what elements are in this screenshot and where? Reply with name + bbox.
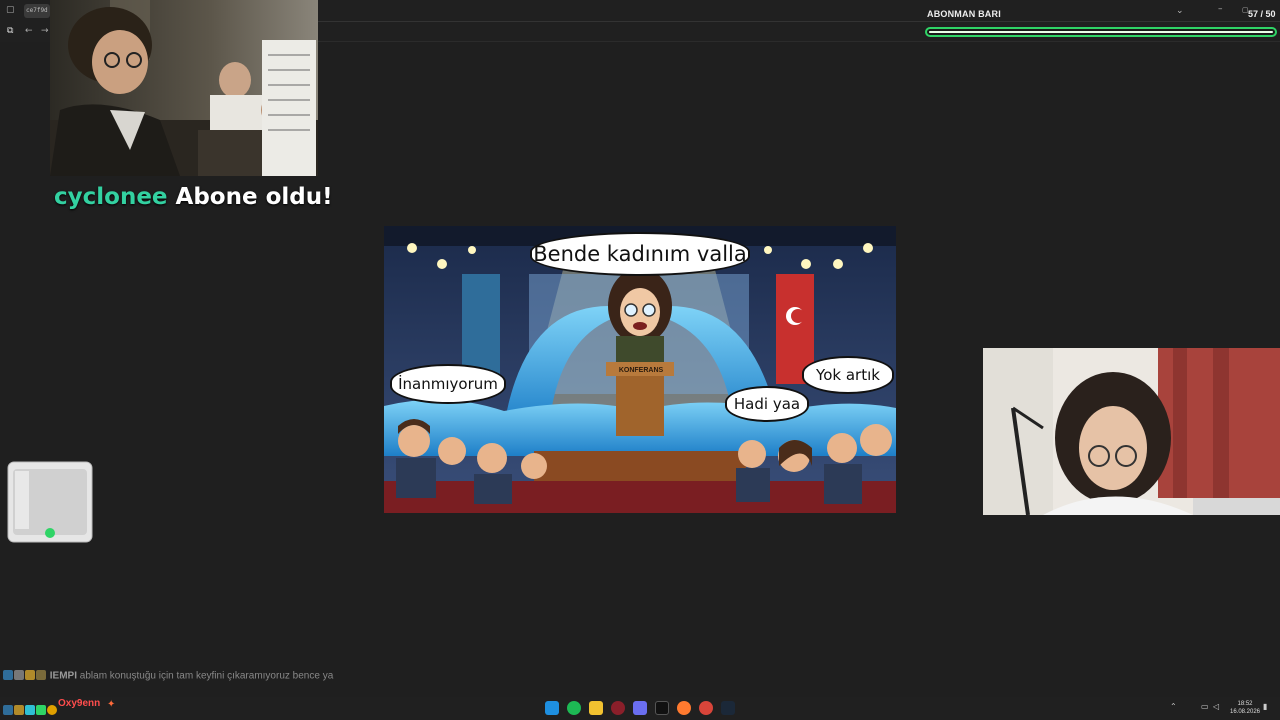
notification-icon[interactable]: ▮ [1263, 702, 1267, 711]
spotify-icon[interactable] [567, 701, 581, 715]
terminal-icon[interactable] [655, 701, 669, 715]
badge-icon [25, 670, 35, 681]
tray-chevron-icon[interactable]: ⌃ [1170, 702, 1177, 711]
system-clock[interactable]: 18:52 16.08.2026 [1229, 700, 1261, 716]
chat-username-2: Oxy9enn [58, 698, 101, 709]
divider [318, 21, 1280, 22]
steam-icon[interactable] [721, 701, 735, 715]
tip-jar-glass-widget [7, 461, 93, 543]
network-icon[interactable]: ▭ [1201, 702, 1209, 711]
alert-username: cyclonee [54, 184, 168, 210]
chrome-icon[interactable] [699, 701, 713, 715]
chat-badges [3, 670, 47, 682]
sub-bar-count: 57 / 50 [1248, 9, 1276, 19]
badge-icon [3, 670, 13, 681]
volume-icon[interactable]: ◁ [1213, 702, 1219, 711]
badge-icon [3, 704, 13, 715]
windows-start-icon[interactable] [545, 701, 559, 715]
new-tab-icon[interactable]: ⧉ [7, 26, 13, 36]
tab-icon[interactable]: ▢ [6, 5, 15, 15]
clock-time: 18:52 [1237, 701, 1253, 707]
speech-bubble-left: İnanmıyorum [390, 364, 506, 404]
clock-date: 16.08.2026 [1229, 709, 1261, 715]
minimize-icon[interactable]: – [1218, 4, 1223, 14]
speech-bubble-right-1: Hadi yaa [725, 386, 809, 422]
chevron-down-icon[interactable]: ⌄ [1176, 6, 1184, 16]
meme-image: Bende kadınım valla İnanmıyorum Hadi yaa… [384, 226, 896, 513]
badge-icon [36, 704, 46, 715]
chat-message: IEMPI ablam konuştuğu için tam keyfini ç… [3, 670, 353, 683]
divider [318, 41, 1280, 42]
back-icon[interactable]: ← [25, 26, 33, 36]
firefox-icon[interactable] [677, 701, 691, 715]
sub-progress-fill [929, 31, 1273, 33]
browser-tab[interactable]: ce7f9d [24, 4, 50, 18]
sub-bar-title: ABONMAN BARI [927, 9, 1001, 19]
discord-icon[interactable] [633, 701, 647, 715]
meme-video-overlay [50, 0, 318, 176]
subscription-alert: cyclonee Abone oldu! [54, 184, 333, 210]
forward-icon[interactable]: → [41, 26, 49, 36]
game-icon[interactable] [611, 701, 625, 715]
podium-label: KONFERANS [618, 367, 664, 374]
emote-icon: ✦ [107, 699, 116, 710]
speech-bubble-main: Bende kadınım valla [530, 232, 750, 276]
sub-progress-bar [925, 27, 1277, 37]
badge-icon [36, 670, 46, 681]
chat-text: ablam konuştuğu için tam keyfini çıkaram… [79, 670, 334, 682]
chat-badges-2 [3, 699, 58, 718]
speech-bubble-right-2: Yok artık [802, 356, 894, 394]
badge-icon [14, 670, 24, 681]
badge-icon [14, 704, 24, 715]
chat-username: IEMPI [49, 670, 78, 682]
webcam-feed [983, 348, 1280, 515]
alert-message: Abone oldu! [175, 184, 333, 210]
badge-icon [25, 704, 35, 715]
file-explorer-icon[interactable] [589, 701, 603, 715]
badge-icon [47, 704, 57, 715]
